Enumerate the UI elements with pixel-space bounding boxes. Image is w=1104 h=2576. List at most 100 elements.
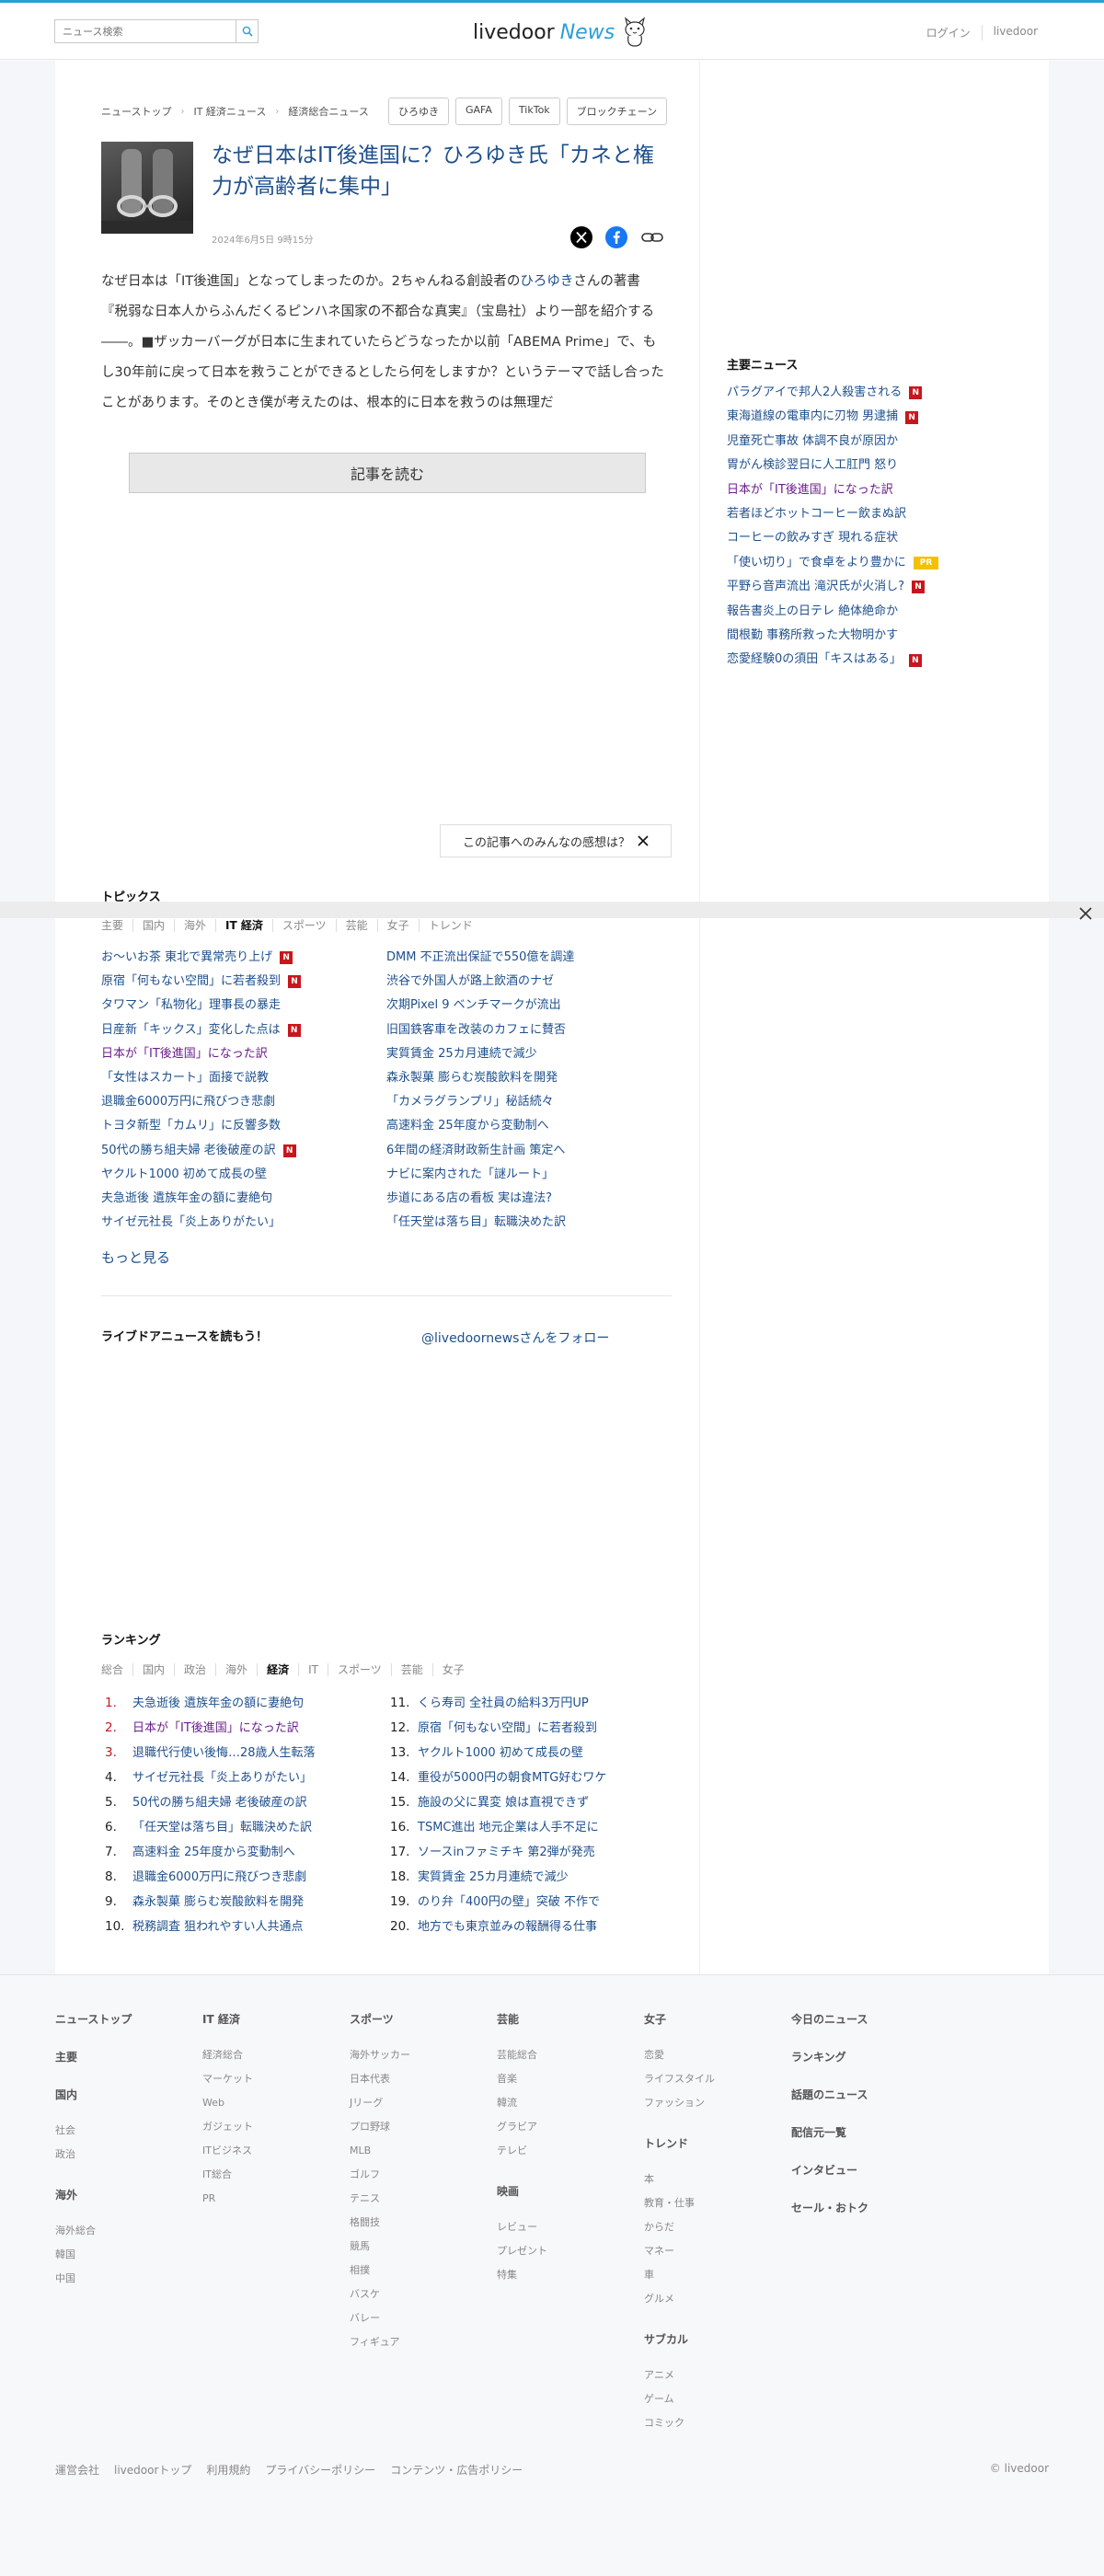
sidebar-news-link[interactable]: 若者ほどホットコーヒー飲まぬ訳: [727, 502, 906, 526]
sidebar-news-link[interactable]: 東海道線の電車内に刃物 男逮捕: [727, 405, 898, 429]
sidebar-news-link[interactable]: 「使い切り」で食卓をより豊かに: [727, 551, 906, 575]
footer-link[interactable]: 教育・仕事: [644, 2191, 715, 2215]
footer-heading[interactable]: 映画: [497, 2183, 547, 2199]
footer-heading[interactable]: ランキング: [791, 2049, 868, 2064]
ranking-link[interactable]: 原宿「何もない空間」に若者殺到: [418, 1716, 597, 1741]
footer-link[interactable]: マネー: [644, 2239, 715, 2263]
topic-link[interactable]: 高速料金 25年度から変動制へ: [386, 1114, 549, 1138]
ranking-link[interactable]: ソースinファミチキ 第2弾が発売: [418, 1840, 595, 1865]
ranking-link[interactable]: 高速料金 25年度から変動制へ: [132, 1840, 295, 1865]
footer-link[interactable]: バレー: [350, 2306, 410, 2330]
footer-heading[interactable]: 芸能: [497, 2011, 547, 2027]
topic-link[interactable]: サイゼ元社長「炎上ありがたい」: [101, 1211, 281, 1235]
category-tab[interactable]: 女子: [376, 919, 419, 932]
sidebar-news-link[interactable]: パラグアイで邦人2人殺害される: [727, 381, 902, 405]
footer-link[interactable]: PR: [202, 2187, 253, 2211]
topic-link[interactable]: タワマン「私物化」理事長の暴走: [101, 994, 281, 1018]
footer-link[interactable]: コミック: [644, 2411, 715, 2435]
footer-heading[interactable]: 主要: [55, 2049, 132, 2064]
topic-link[interactable]: 退職金6000万円に飛びつき悲劇: [101, 1090, 275, 1114]
footer-bottom-link[interactable]: 利用規約: [206, 2462, 250, 2478]
footer-link[interactable]: レビュー: [497, 2215, 547, 2239]
topic-link[interactable]: 「任天堂は落ち目」転職決めた訳: [386, 1211, 566, 1235]
footer-link[interactable]: 経済総合: [202, 2043, 253, 2067]
category-tab[interactable]: 国内: [132, 1663, 174, 1676]
footer-link[interactable]: 特集: [497, 2263, 547, 2287]
article-title[interactable]: なぜ日本はIT後進国に？ひろゆき氏「カネと権力が高齢者に集中」: [212, 140, 672, 202]
footer-link[interactable]: 日本代表: [350, 2067, 410, 2091]
ranking-link[interactable]: 50代の勝ち組夫婦 老後破産の訳: [132, 1790, 307, 1815]
footer-link[interactable]: アニメ: [644, 2363, 715, 2387]
topic-link[interactable]: ヤクルト1000 初めて成長の壁: [101, 1163, 267, 1187]
category-tab[interactable]: IT: [298, 1663, 328, 1676]
topic-link[interactable]: ナビに案内された「謎ルート」: [386, 1163, 554, 1187]
category-tab[interactable]: 経済: [257, 1663, 298, 1676]
category-tab[interactable]: 政治: [174, 1663, 215, 1676]
sidebar-news-link[interactable]: コーヒーの飲みすぎ 現れる症状: [727, 526, 898, 550]
tag-hiroyuki[interactable]: ひろゆき: [388, 98, 449, 125]
topic-link[interactable]: 森永製菓 膨らむ炭酸飲料を開発: [386, 1066, 558, 1090]
breadcrumb-economy-general[interactable]: 経済総合ニュース: [288, 104, 368, 119]
footer-link[interactable]: ライフスタイル: [644, 2067, 715, 2091]
topic-link[interactable]: 日産新「キックス」変化した点は: [101, 1018, 281, 1042]
sidebar-news-link[interactable]: 恋愛経験0の須田「キスはある」: [727, 648, 902, 672]
footer-link[interactable]: IT総合: [202, 2163, 253, 2187]
category-tab[interactable]: 芸能: [335, 919, 377, 932]
breadcrumb-news-top[interactable]: ニューストップ: [101, 104, 171, 119]
footer-link[interactable]: ファッション: [644, 2091, 715, 2115]
footer-bottom-link[interactable]: livedoorトップ: [114, 2462, 191, 2478]
footer-link[interactable]: ゴルフ: [350, 2163, 410, 2187]
login-link[interactable]: ログイン: [915, 25, 982, 40]
topic-link[interactable]: 旧国鉄客車を改装のカフェに賛否: [386, 1018, 566, 1042]
footer-link[interactable]: Jリーグ: [350, 2091, 410, 2115]
breadcrumb-it-economy[interactable]: IT 経済ニュース: [193, 104, 266, 119]
topic-link[interactable]: 原宿「何もない空間」に若者殺到: [101, 970, 281, 994]
tag-gafa[interactable]: GAFA: [455, 98, 502, 125]
follow-link[interactable]: @livedoornewsさんをフォロー: [421, 1328, 609, 1347]
footer-link[interactable]: テレビ: [497, 2139, 547, 2163]
footer-link[interactable]: 社会: [55, 2119, 132, 2143]
impression-button[interactable]: この記事へのみんなの感想は？: [440, 824, 672, 857]
footer-heading[interactable]: 国内: [55, 2087, 132, 2102]
category-tab[interactable]: トレンド: [418, 919, 482, 932]
tag-tiktok[interactable]: TikTok: [508, 98, 560, 125]
topic-link[interactable]: 日本が「IT後進国」になった訳: [101, 1042, 268, 1066]
sidebar-news-link[interactable]: 報告書炎上の日テレ 絶体絶命か: [727, 600, 898, 624]
topic-link[interactable]: 次期Pixel 9 ベンチマークが流出: [386, 994, 561, 1018]
footer-bottom-link[interactable]: コンテンツ・広告ポリシー: [390, 2462, 523, 2478]
ranking-link[interactable]: 退職金6000万円に飛びつき悲劇: [132, 1865, 306, 1890]
read-article-button[interactable]: 記事を読む: [129, 453, 646, 493]
footer-link[interactable]: マーケット: [202, 2067, 253, 2091]
ranking-link[interactable]: 日本が「IT後進国」になった訳: [132, 1716, 299, 1741]
footer-bottom-link[interactable]: プライバシーポリシー: [265, 2462, 375, 2478]
footer-link[interactable]: フィギュア: [350, 2330, 410, 2354]
ranking-link[interactable]: 施設の父に異変 娘は直視できず: [418, 1790, 589, 1815]
ranking-link[interactable]: 実質賃金 25カ月連続で減少: [418, 1865, 569, 1890]
sidebar-news-link[interactable]: 児童死亡事故 体調不良が原因か: [727, 430, 898, 454]
ranking-link[interactable]: ヤクルト1000 初めて成長の壁: [418, 1741, 583, 1765]
topic-link[interactable]: トヨタ新型「カムリ」に反響多数: [101, 1114, 281, 1138]
footer-heading[interactable]: 配信元一覧: [791, 2124, 868, 2140]
topic-link[interactable]: 歩道にある店の看板 実は違法?: [386, 1187, 552, 1211]
topic-link[interactable]: 「カメラグランプリ」秘話続々: [386, 1090, 554, 1114]
livedoor-link[interactable]: livedoor: [981, 25, 1049, 40]
category-tab[interactable]: 海外: [174, 919, 215, 932]
ranking-link[interactable]: 森永製菓 膨らむ炭酸飲料を開発: [132, 1890, 304, 1915]
category-tab[interactable]: 女子: [431, 1663, 474, 1676]
footer-link[interactable]: 韓国: [55, 2243, 132, 2267]
footer-link[interactable]: 恋愛: [644, 2043, 715, 2067]
footer-heading[interactable]: ニューストップ: [55, 2011, 132, 2027]
sidebar-news-link[interactable]: 日本が「IT後進国」になった訳: [727, 478, 893, 502]
category-tab[interactable]: 海外: [215, 1663, 257, 1676]
ranking-link[interactable]: 「任天堂は落ち目」転職決めた訳: [132, 1815, 312, 1840]
topic-link[interactable]: DMM 不正流出保証で550億を調達: [386, 946, 574, 970]
ranking-link[interactable]: 夫急逝後 遺族年金の額に妻絶句: [132, 1691, 304, 1716]
article-body-keyword-link[interactable]: ひろゆき: [520, 274, 573, 289]
topic-link[interactable]: 夫急逝後 遺族年金の額に妻絶句: [101, 1187, 272, 1211]
footer-heading[interactable]: トレンド: [644, 2135, 715, 2151]
ranking-link[interactable]: 地方でも東京並みの報酬得る仕事: [418, 1915, 597, 1939]
topic-link[interactable]: 渋谷で外国人が路上飲酒のナゼ: [386, 970, 554, 994]
sidebar-news-link[interactable]: 平野ら音声流出 滝沢氏が火消し?: [727, 575, 904, 599]
facebook-share-button[interactable]: [605, 226, 627, 248]
close-button[interactable]: [1078, 906, 1093, 925]
